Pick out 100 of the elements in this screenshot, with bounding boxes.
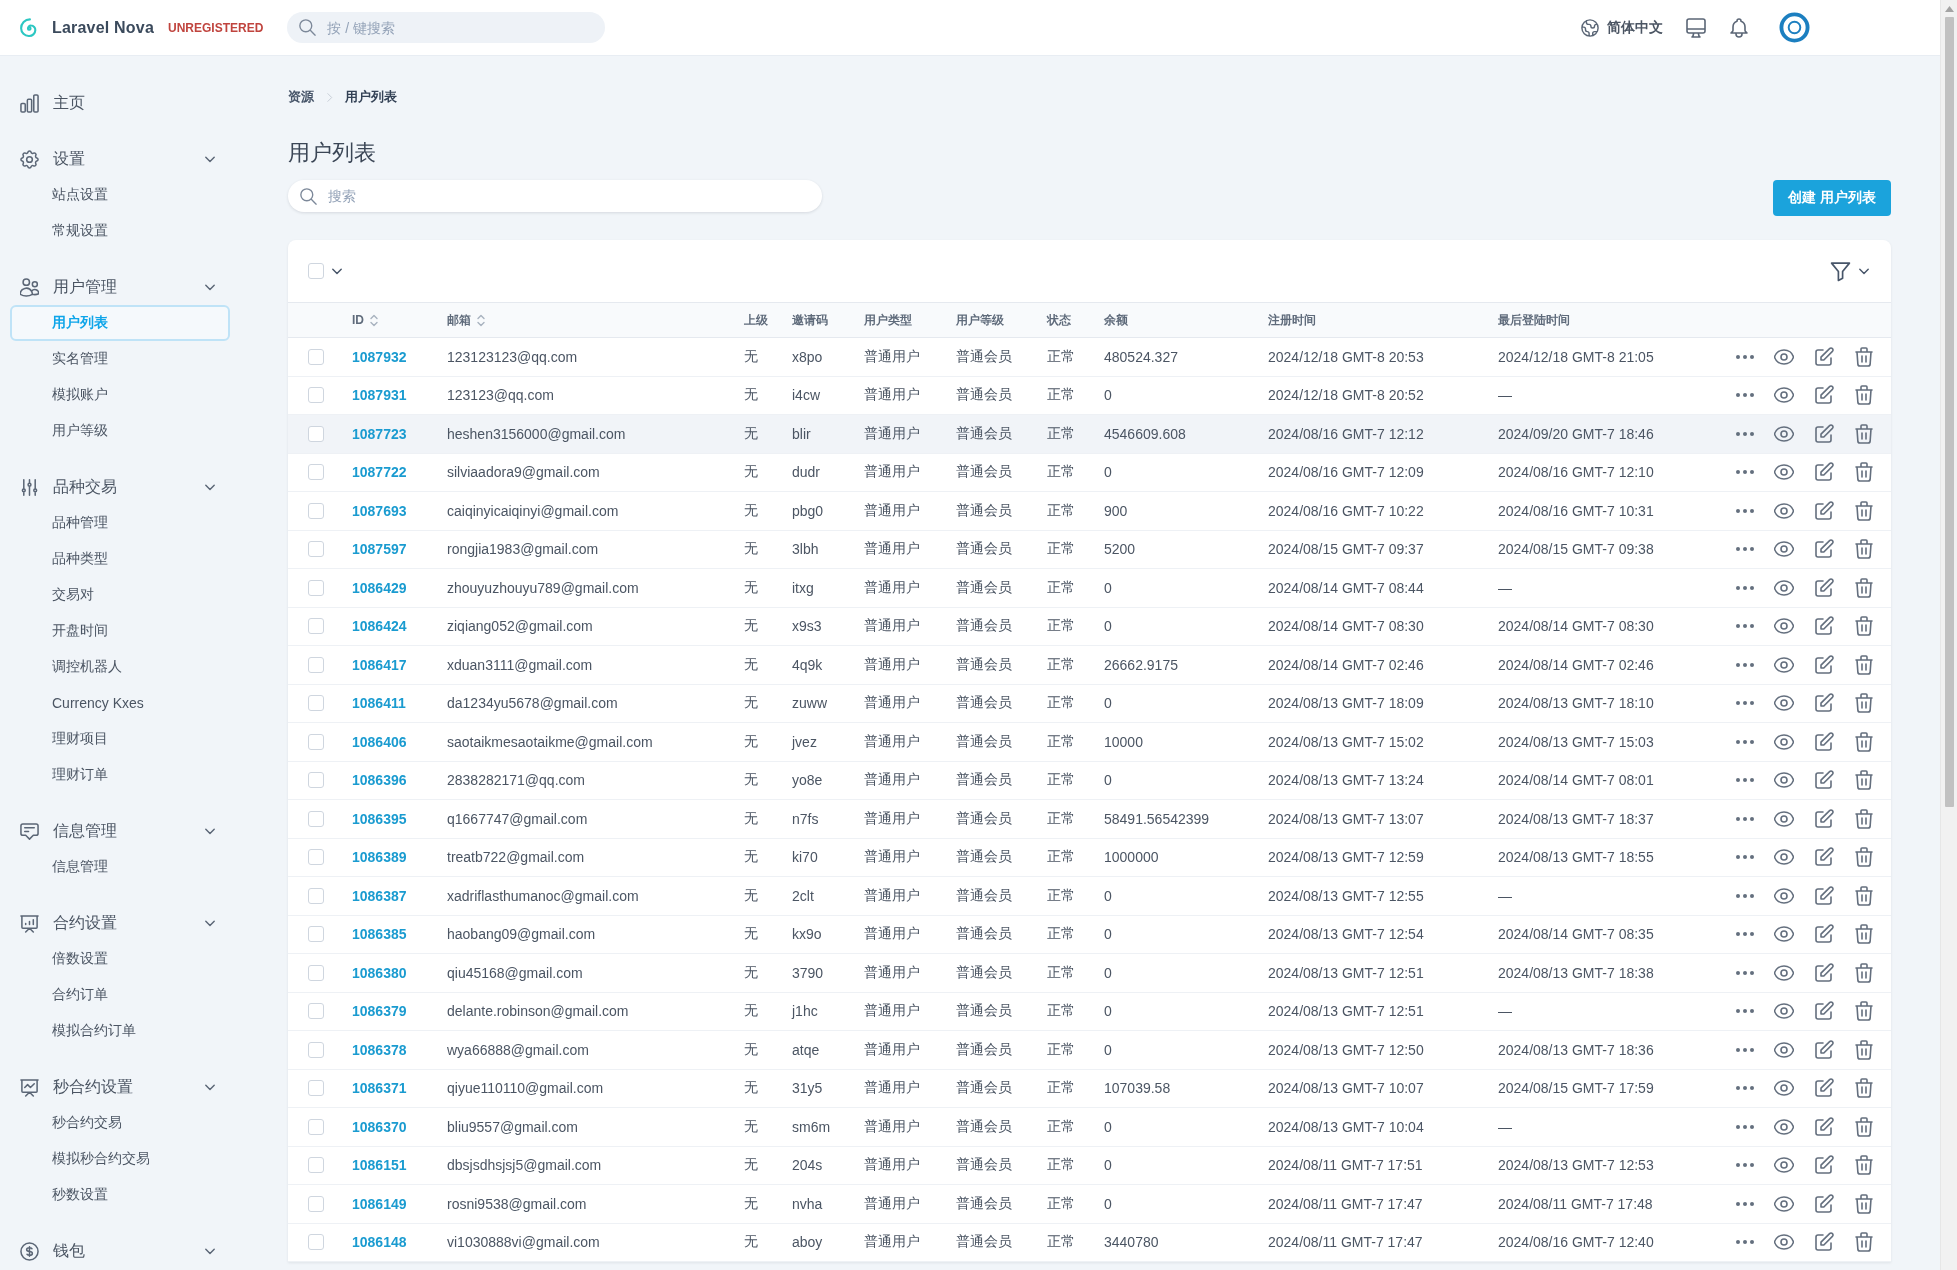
more-icon[interactable] — [1736, 1163, 1754, 1168]
nav-group-toggle[interactable]: 设置 — [10, 141, 230, 177]
edit-icon[interactable] — [1814, 1155, 1834, 1176]
trash-icon[interactable] — [1854, 693, 1874, 714]
more-icon[interactable] — [1736, 701, 1754, 706]
column-header[interactable]: ID — [352, 313, 378, 327]
trash-icon[interactable] — [1854, 1078, 1874, 1099]
nav-link[interactable]: 开盘时间 — [10, 613, 230, 649]
nav-link[interactable]: 倍数设置 — [10, 941, 230, 977]
breadcrumb-link[interactable]: 资源 — [288, 88, 314, 106]
nav-link[interactable]: 信息管理 — [10, 849, 230, 885]
eye-icon[interactable] — [1774, 1039, 1794, 1060]
more-icon[interactable] — [1736, 393, 1754, 398]
eye-icon[interactable] — [1774, 500, 1794, 521]
edit-icon[interactable] — [1814, 1078, 1834, 1099]
bell-icon[interactable] — [1729, 17, 1749, 38]
trash-icon[interactable] — [1854, 1116, 1874, 1137]
trash-icon[interactable] — [1854, 1193, 1874, 1214]
more-icon[interactable] — [1736, 970, 1754, 975]
eye-icon[interactable] — [1774, 731, 1794, 752]
row-checkbox[interactable] — [308, 579, 324, 596]
eye-icon[interactable] — [1774, 770, 1794, 791]
nav-link[interactable]: 模拟秒合约交易 — [10, 1141, 230, 1177]
row-checkbox[interactable] — [308, 541, 324, 558]
nav-link[interactable]: 实名管理 — [10, 341, 230, 377]
global-search-field[interactable]: 按 / 键搜索 — [287, 12, 606, 43]
trash-icon[interactable] — [1854, 731, 1874, 752]
trash-icon[interactable] — [1854, 1155, 1874, 1176]
eye-icon[interactable] — [1774, 539, 1794, 560]
more-icon[interactable] — [1736, 508, 1754, 513]
eye-icon[interactable] — [1774, 1078, 1794, 1099]
more-icon[interactable] — [1736, 624, 1754, 629]
nav-link[interactable]: 常规设置 — [10, 213, 230, 249]
eye-icon[interactable] — [1774, 885, 1794, 906]
row-checkbox[interactable] — [308, 1003, 324, 1020]
trash-icon[interactable] — [1854, 808, 1874, 829]
more-icon[interactable] — [1736, 816, 1754, 821]
more-icon[interactable] — [1736, 855, 1754, 860]
more-icon[interactable] — [1736, 1086, 1754, 1091]
row-checkbox[interactable] — [308, 387, 324, 404]
edit-icon[interactable] — [1814, 539, 1834, 560]
nav-link[interactable]: 秒合约交易 — [10, 1105, 230, 1141]
scrollbar-thumb[interactable] — [1944, 17, 1954, 807]
trash-icon[interactable] — [1854, 1001, 1874, 1022]
nav-link[interactable]: 模拟账户 — [10, 377, 230, 413]
trash-icon[interactable] — [1854, 577, 1874, 598]
eye-icon[interactable] — [1774, 962, 1794, 983]
eye-icon[interactable] — [1774, 1232, 1794, 1253]
edit-icon[interactable] — [1814, 577, 1834, 598]
nav-group-toggle[interactable]: 品种交易 — [10, 469, 230, 505]
nav-link[interactable]: 合约订单 — [10, 977, 230, 1013]
edit-icon[interactable] — [1814, 1193, 1834, 1214]
more-icon[interactable] — [1736, 1201, 1754, 1206]
nav-link[interactable]: 秒数设置 — [10, 1177, 230, 1213]
language-switcher[interactable]: 简体中文 — [1581, 18, 1663, 37]
edit-icon[interactable] — [1814, 770, 1834, 791]
nav-link[interactable]: 主页 — [10, 85, 230, 121]
trash-icon[interactable] — [1854, 770, 1874, 791]
nav-link[interactable]: 用户等级 — [10, 413, 230, 449]
edit-icon[interactable] — [1814, 1232, 1834, 1253]
eye-icon[interactable] — [1774, 577, 1794, 598]
edit-icon[interactable] — [1814, 1001, 1834, 1022]
more-icon[interactable] — [1736, 739, 1754, 744]
avatar-icon[interactable] — [1779, 12, 1810, 43]
nav-link[interactable]: 交易对 — [10, 577, 230, 613]
eye-icon[interactable] — [1774, 462, 1794, 483]
eye-icon[interactable] — [1774, 654, 1794, 675]
row-checkbox[interactable] — [308, 1041, 324, 1058]
edit-icon[interactable] — [1814, 962, 1834, 983]
eye-icon[interactable] — [1774, 423, 1794, 444]
row-checkbox[interactable] — [308, 695, 324, 712]
edit-icon[interactable] — [1814, 1039, 1834, 1060]
trash-icon[interactable] — [1854, 423, 1874, 444]
trash-icon[interactable] — [1854, 346, 1874, 367]
nav-group-toggle[interactable]: 钱包 — [10, 1233, 230, 1269]
edit-icon[interactable] — [1814, 731, 1834, 752]
edit-icon[interactable] — [1814, 385, 1834, 406]
nav-group-toggle[interactable]: 合约设置 — [10, 905, 230, 941]
trash-icon[interactable] — [1854, 885, 1874, 906]
nav-group-toggle[interactable]: 用户管理 — [10, 269, 230, 305]
eye-icon[interactable] — [1774, 847, 1794, 868]
row-checkbox[interactable] — [308, 502, 324, 519]
more-icon[interactable] — [1736, 354, 1754, 359]
eye-icon[interactable] — [1774, 808, 1794, 829]
row-checkbox[interactable] — [308, 1080, 324, 1097]
eye-icon[interactable] — [1774, 1155, 1794, 1176]
trash-icon[interactable] — [1854, 962, 1874, 983]
edit-icon[interactable] — [1814, 693, 1834, 714]
edit-icon[interactable] — [1814, 346, 1834, 367]
row-checkbox[interactable] — [308, 849, 324, 866]
row-checkbox[interactable] — [308, 1118, 324, 1135]
eye-icon[interactable] — [1774, 693, 1794, 714]
edit-icon[interactable] — [1814, 808, 1834, 829]
trash-icon[interactable] — [1854, 847, 1874, 868]
edit-icon[interactable] — [1814, 616, 1834, 637]
more-icon[interactable] — [1736, 932, 1754, 937]
edit-icon[interactable] — [1814, 500, 1834, 521]
eye-icon[interactable] — [1774, 346, 1794, 367]
more-icon[interactable] — [1736, 1047, 1754, 1052]
row-checkbox[interactable] — [308, 926, 324, 943]
